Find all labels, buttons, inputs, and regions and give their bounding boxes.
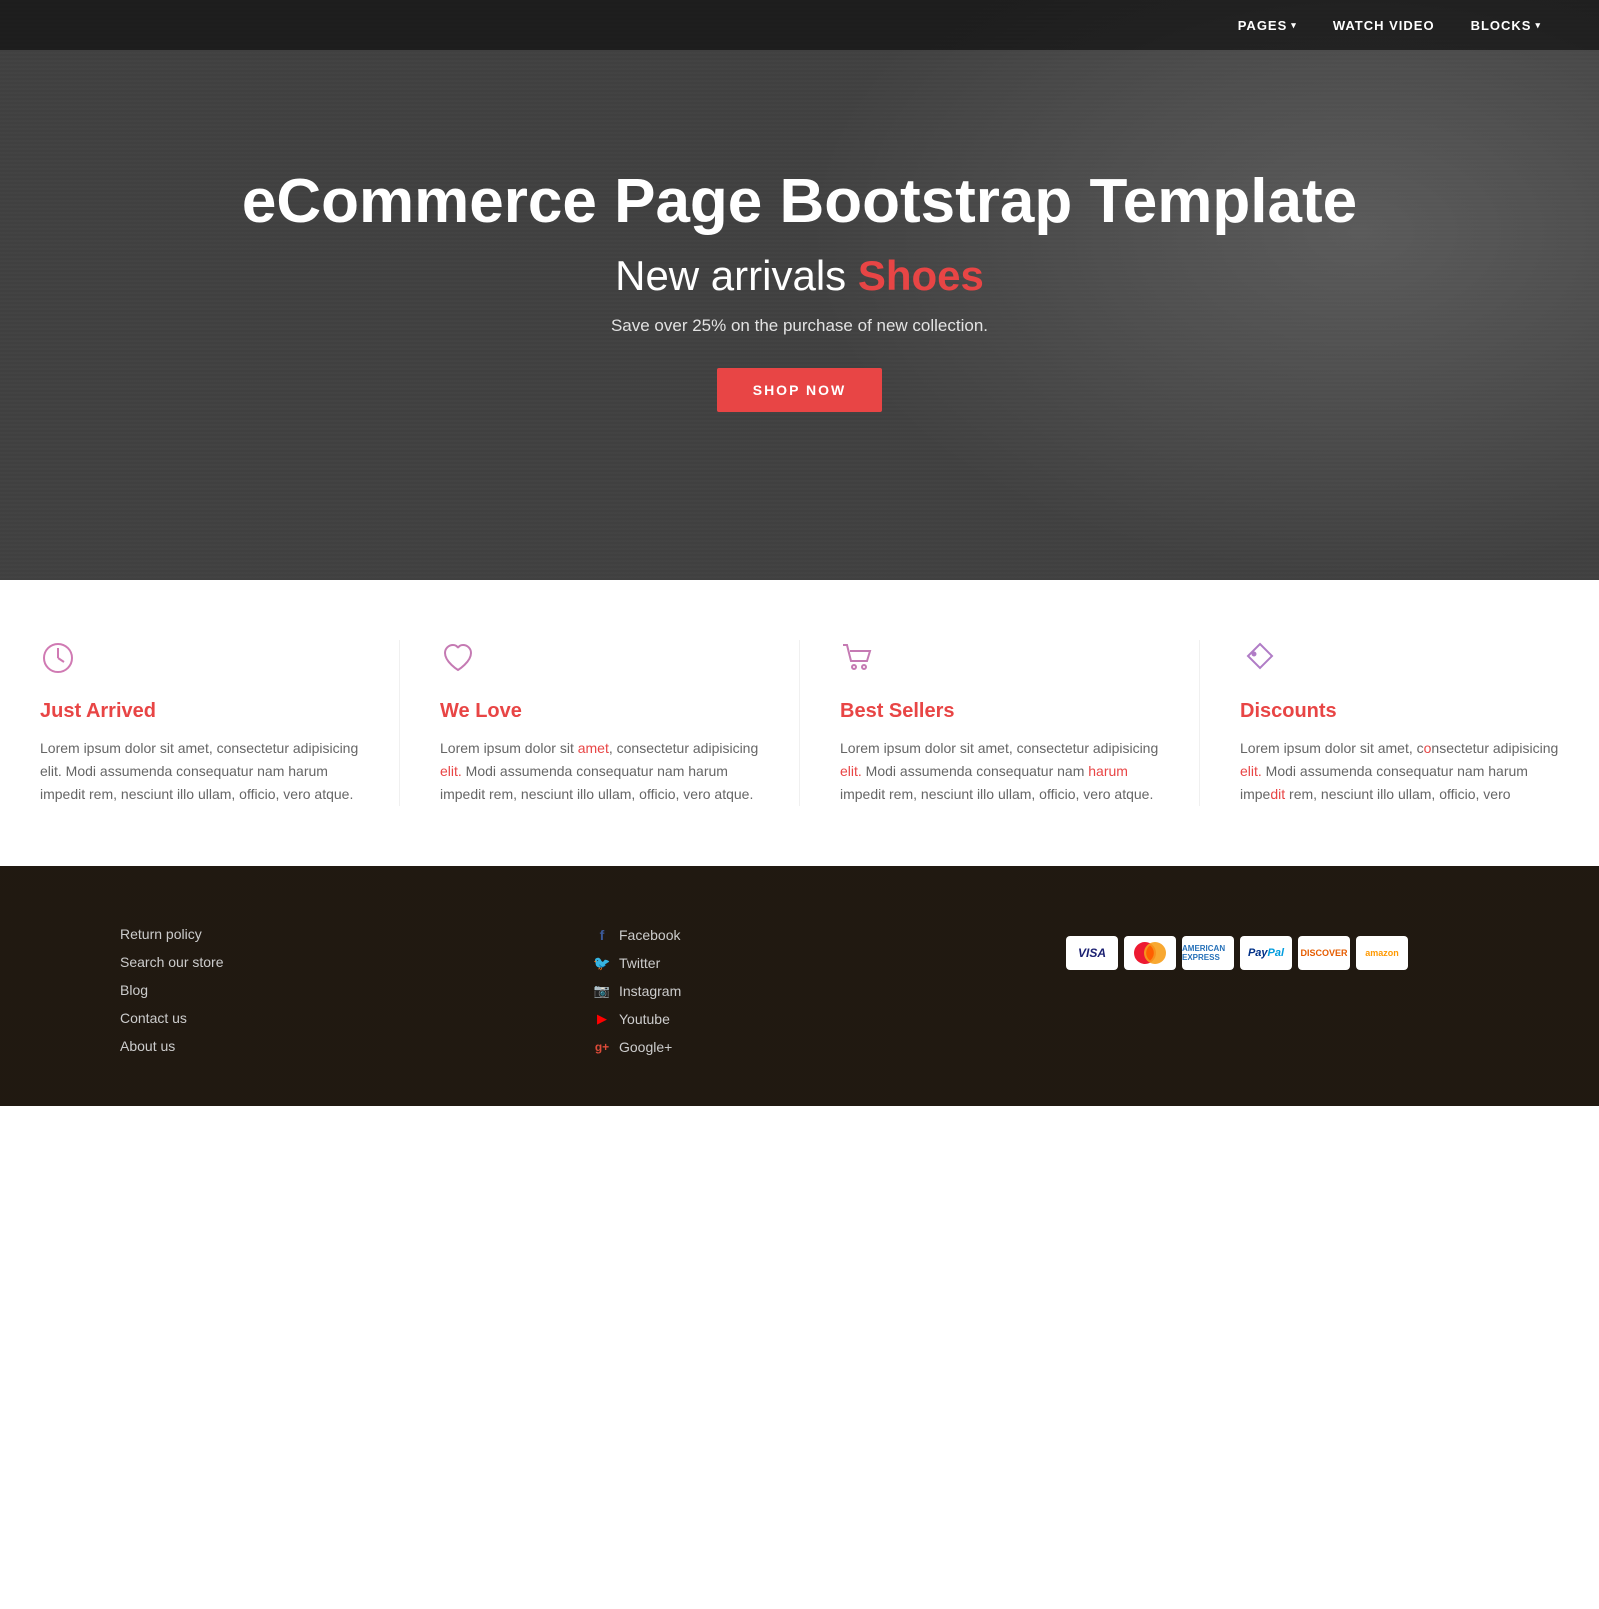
payment-amazon: amazon xyxy=(1356,936,1408,970)
payment-visa: VISA xyxy=(1066,936,1118,970)
payment-mastercard xyxy=(1124,936,1176,970)
footer-link-blog[interactable]: Blog xyxy=(120,982,148,998)
features-section: Just Arrived Lorem ipsum dolor sit amet,… xyxy=(0,580,1599,866)
footer-link-contact-us[interactable]: Contact us xyxy=(120,1010,187,1026)
hero-main-title: eCommerce Page Bootstrap Template xyxy=(242,168,1357,236)
social-facebook-label: Facebook xyxy=(619,927,680,943)
footer-payment-column: VISA AMERICAN EXPRESS PayPal DISCOVER xyxy=(1066,926,1479,1066)
social-youtube-label: Youtube xyxy=(619,1011,670,1027)
footer: Return policy Search our store Blog Cont… xyxy=(0,866,1599,1106)
feature-just-arrived-text: Lorem ipsum dolor sit amet, consectetur … xyxy=(40,737,359,806)
feature-we-love: We Love Lorem ipsum dolor sit amet, cons… xyxy=(400,640,800,806)
twitter-icon: 🐦 xyxy=(593,954,611,972)
google-plus-icon: g+ xyxy=(593,1038,611,1056)
feature-discounts-link2: dit xyxy=(1270,786,1285,802)
payment-amex: AMERICAN EXPRESS xyxy=(1182,936,1234,970)
social-instagram-link[interactable]: 📷 Instagram xyxy=(593,982,681,1000)
nav-watch-video-label: WATCH VIDEO xyxy=(1333,18,1435,33)
hero-content: eCommerce Page Bootstrap Template New ar… xyxy=(202,168,1397,412)
social-twitter-item: 🐦 Twitter xyxy=(593,954,1006,972)
feature-discounts-link-elit[interactable]: elit. xyxy=(1240,763,1262,779)
social-instagram-label: Instagram xyxy=(619,983,681,999)
feature-we-love-link-elit[interactable]: elit. xyxy=(440,763,462,779)
feature-best-sellers: Best Sellers Lorem ipsum dolor sit amet,… xyxy=(800,640,1200,806)
shop-now-button[interactable]: SHOP NOW xyxy=(717,368,883,412)
chevron-down-icon-2: ▾ xyxy=(1535,20,1541,31)
social-links-list: f Facebook 🐦 Twitter 📷 Instagram xyxy=(593,926,1006,1056)
hero-subtitle-accent: Shoes xyxy=(858,252,984,299)
payment-discover: DISCOVER xyxy=(1298,936,1350,970)
social-facebook-link[interactable]: f Facebook xyxy=(593,926,680,944)
feature-best-sellers-link-elit[interactable]: elit. xyxy=(840,763,862,779)
navbar: PAGES ▾ WATCH VIDEO BLOCKS ▾ xyxy=(0,0,1599,50)
feature-best-sellers-link-harum[interactable]: harum xyxy=(1088,763,1128,779)
hero-subtitle-text: New arrivals xyxy=(615,252,858,299)
feature-just-arrived: Just Arrived Lorem ipsum dolor sit amet,… xyxy=(0,640,400,806)
footer-social-column: f Facebook 🐦 Twitter 📷 Instagram xyxy=(593,926,1006,1066)
feature-discounts: Discounts Lorem ipsum dolor sit amet, co… xyxy=(1200,640,1599,806)
nav-watch-video[interactable]: WATCH VIDEO xyxy=(1315,18,1453,33)
nav-pages-label: PAGES xyxy=(1238,18,1288,33)
payment-paypal: PayPal xyxy=(1240,936,1292,970)
feature-discounts-title: Discounts xyxy=(1240,700,1559,723)
social-youtube-link[interactable]: ▶ Youtube xyxy=(593,1010,670,1028)
social-google-plus-label: Google+ xyxy=(619,1039,672,1055)
social-youtube-item: ▶ Youtube xyxy=(593,1010,1006,1028)
clock-icon xyxy=(40,640,359,684)
hero-description: Save over 25% on the purchase of new col… xyxy=(242,316,1357,336)
tag-icon xyxy=(1240,640,1559,684)
footer-link-item-blog: Blog xyxy=(120,982,533,1000)
instagram-icon: 📷 xyxy=(593,982,611,1000)
social-twitter-link[interactable]: 🐦 Twitter xyxy=(593,954,660,972)
nav-pages[interactable]: PAGES ▾ xyxy=(1220,18,1315,33)
feature-discounts-link[interactable]: o xyxy=(1424,740,1432,756)
facebook-icon: f xyxy=(593,926,611,944)
nav-blocks-label: BLOCKS xyxy=(1471,18,1532,33)
payment-icons-container: VISA AMERICAN EXPRESS PayPal DISCOVER xyxy=(1066,936,1479,970)
footer-link-about-us[interactable]: About us xyxy=(120,1038,175,1054)
social-google-plus-link[interactable]: g+ Google+ xyxy=(593,1038,672,1056)
footer-link-item-search-store: Search our store xyxy=(120,954,533,972)
hero-section: eCommerce Page Bootstrap Template New ar… xyxy=(0,0,1599,580)
feature-we-love-title: We Love xyxy=(440,700,759,723)
feature-best-sellers-text: Lorem ipsum dolor sit amet, consectetur … xyxy=(840,737,1159,806)
footer-link-item-about-us: About us xyxy=(120,1038,533,1056)
hero-subtitle: New arrivals Shoes xyxy=(242,252,1357,300)
social-facebook-item: f Facebook xyxy=(593,926,1006,944)
footer-link-item-return-policy: Return policy xyxy=(120,926,533,944)
footer-nav-links: Return policy Search our store Blog Cont… xyxy=(120,926,533,1056)
footer-links-column: Return policy Search our store Blog Cont… xyxy=(120,926,533,1066)
footer-link-return-policy[interactable]: Return policy xyxy=(120,926,202,942)
heart-icon xyxy=(440,640,759,684)
youtube-icon: ▶ xyxy=(593,1010,611,1028)
feature-best-sellers-title: Best Sellers xyxy=(840,700,1159,723)
feature-discounts-text: Lorem ipsum dolor sit amet, consectetur … xyxy=(1240,737,1559,806)
feature-just-arrived-title: Just Arrived xyxy=(40,700,359,723)
feature-we-love-text: Lorem ipsum dolor sit amet, consectetur … xyxy=(440,737,759,806)
cart-icon xyxy=(840,640,1159,684)
social-google-plus-item: g+ Google+ xyxy=(593,1038,1006,1056)
feature-we-love-link-amet[interactable]: amet xyxy=(578,740,609,756)
chevron-down-icon: ▾ xyxy=(1291,20,1297,31)
nav-blocks[interactable]: BLOCKS ▾ xyxy=(1453,18,1559,33)
footer-link-item-contact-us: Contact us xyxy=(120,1010,533,1028)
footer-link-search-store[interactable]: Search our store xyxy=(120,954,224,970)
social-instagram-item: 📷 Instagram xyxy=(593,982,1006,1000)
footer-content: Return policy Search our store Blog Cont… xyxy=(0,926,1599,1066)
social-twitter-label: Twitter xyxy=(619,955,660,971)
